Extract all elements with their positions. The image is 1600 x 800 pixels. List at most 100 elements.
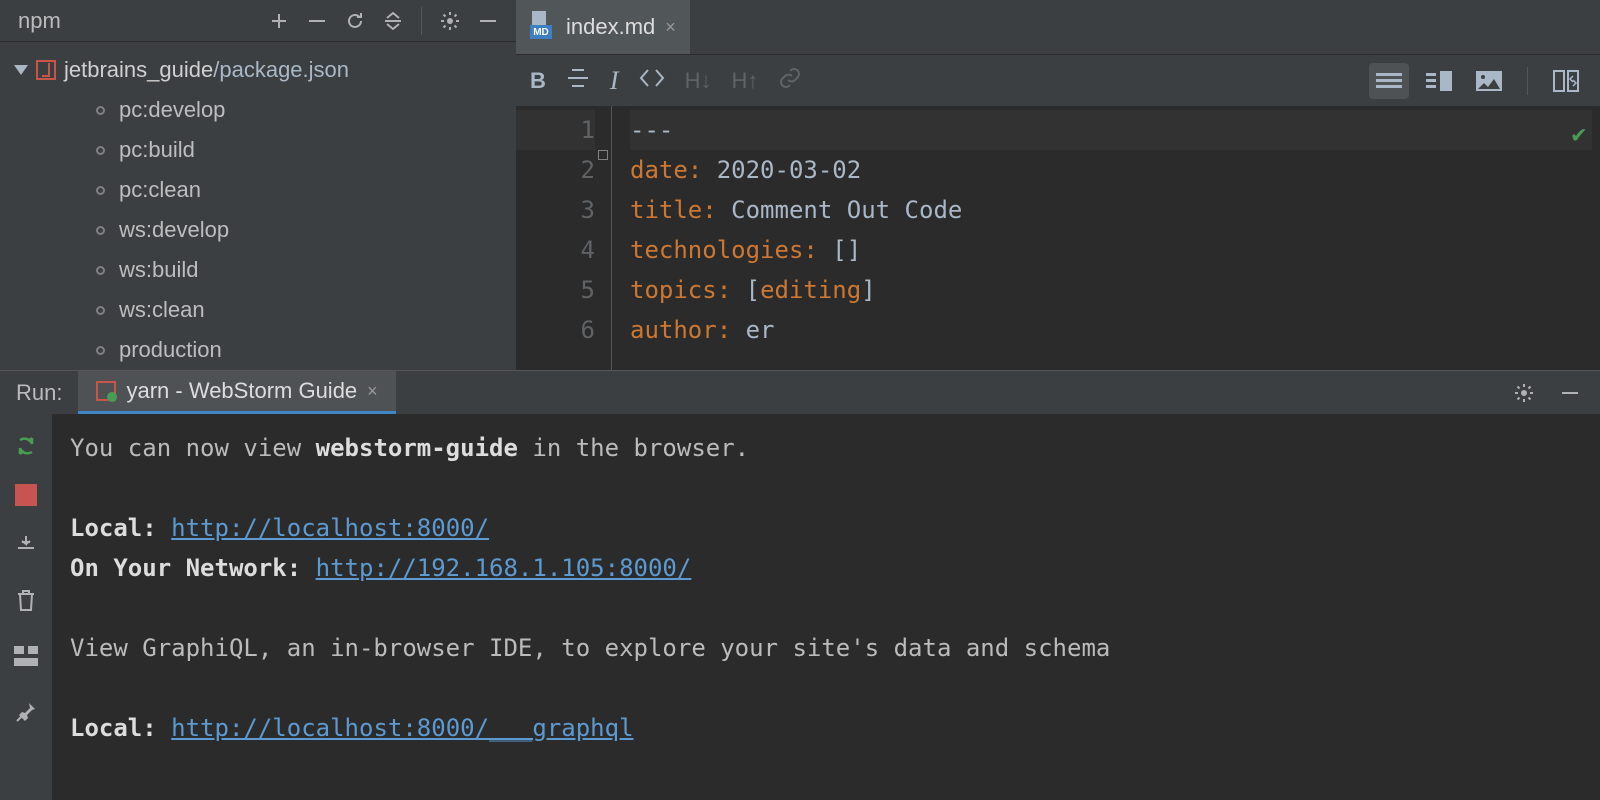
bullet-icon [96, 146, 105, 155]
line-number: 2 [516, 150, 595, 190]
markdown-toolbar: B I H↓ H↑ [516, 54, 1600, 106]
code-line: technologies: [] [630, 230, 1592, 270]
bullet-icon [96, 306, 105, 315]
run-label: Run: [0, 371, 78, 414]
script-label: production [119, 337, 222, 363]
console-line: You can now view webstorm-guide in the b… [70, 428, 1582, 468]
line-number: 5 [516, 270, 595, 310]
scroll-sync-button[interactable] [1546, 63, 1586, 99]
network-url-link[interactable]: http://192.168.1.105:8000/ [316, 554, 692, 582]
code-content[interactable]: --- date: 2020-03-02 title: Comment Out … [612, 106, 1600, 370]
npm-title: npm [18, 8, 261, 34]
split-view-button[interactable] [1419, 63, 1459, 99]
preview-view-button[interactable] [1469, 63, 1509, 99]
npm-script-item[interactable]: production [14, 330, 516, 370]
separator [1527, 67, 1528, 95]
line-number: 3 [516, 190, 595, 230]
pin-icon[interactable] [8, 694, 44, 730]
remove-icon[interactable] [299, 3, 335, 39]
gutter: 1 2 3 4 5 6 [516, 106, 612, 370]
npm-script-item[interactable]: pc:clean [14, 170, 516, 210]
collapse-icon[interactable] [375, 3, 411, 39]
npm-project-node[interactable]: jetbrains_guide/package.json [14, 50, 516, 90]
npm-script-item[interactable]: pc:develop [14, 90, 516, 130]
npm-script-item[interactable]: pc:build [14, 130, 516, 170]
console-line: View GraphiQL, an in-browser IDE, to exp… [70, 628, 1582, 668]
layout-icon[interactable] [8, 638, 44, 674]
gear-icon[interactable] [1506, 375, 1542, 411]
close-icon[interactable]: × [665, 17, 676, 38]
bullet-icon [96, 106, 105, 115]
code-line: date: 2020-03-02 [630, 150, 1592, 190]
script-label: pc:clean [119, 177, 201, 203]
line-number: 1 [516, 110, 595, 150]
fold-icon[interactable] [598, 150, 608, 160]
minimize-icon[interactable] [470, 3, 506, 39]
npm-tool-window: npm jetbrains_guide/package.json pc:deve… [0, 0, 516, 370]
running-dot-icon [107, 392, 117, 402]
markdown-file-icon: MD [530, 17, 556, 37]
npm-script-item[interactable]: ws:develop [14, 210, 516, 250]
code-line: title: Comment Out Code [630, 190, 1592, 230]
package-file: package.json [219, 57, 349, 82]
heading-down-button[interactable]: H↓ [685, 68, 712, 94]
tab-filename: index.md [566, 14, 655, 40]
editor-body[interactable]: 1 2 3 4 5 6 --- date: 2020-03-02 title: … [516, 106, 1600, 370]
editor-tab-bar: MD index.md × [516, 0, 1600, 54]
npm-script-item[interactable]: ws:clean [14, 290, 516, 330]
stop-icon[interactable] [15, 484, 37, 506]
code-button[interactable] [639, 68, 665, 94]
gear-icon[interactable] [432, 3, 468, 39]
npm-tree: jetbrains_guide/package.json pc:develop … [0, 42, 516, 370]
check-icon[interactable]: ✔ [1572, 114, 1586, 154]
run-sidebar [0, 414, 52, 800]
close-icon[interactable]: × [367, 381, 378, 402]
script-label: ws:develop [119, 217, 229, 243]
refresh-icon[interactable] [337, 3, 373, 39]
code-line: author: er [630, 310, 1592, 350]
bullet-icon [96, 266, 105, 275]
console-output[interactable]: You can now view webstorm-guide in the b… [52, 414, 1600, 800]
run-tab[interactable]: yarn - WebStorm Guide × [78, 371, 395, 414]
npm-header: npm [0, 0, 516, 42]
add-icon[interactable] [261, 3, 297, 39]
script-label: pc:develop [119, 97, 225, 123]
bullet-icon [96, 346, 105, 355]
separator [421, 7, 422, 35]
console-line: On Your Network: http://192.168.1.105:80… [70, 548, 1582, 588]
link-button[interactable] [778, 66, 802, 96]
run-tool-window: Run: yarn - WebStorm Guide × You can now… [0, 370, 1600, 800]
editor-only-view-button[interactable] [1369, 63, 1409, 99]
run-tab-title: yarn - WebStorm Guide [126, 378, 357, 404]
strikethrough-button[interactable] [566, 66, 590, 96]
code-line: topics: [editing] [630, 270, 1592, 310]
editor-area: MD index.md × B I H↓ H↑ [516, 0, 1600, 370]
run-tab-bar: Run: yarn - WebStorm Guide × [0, 370, 1600, 414]
rerun-icon[interactable] [8, 428, 44, 464]
local-url-link[interactable]: http://localhost:8000/ [171, 514, 489, 542]
console-line: Local: http://localhost:8000/ [70, 508, 1582, 548]
italic-button[interactable]: I [610, 66, 619, 96]
minimize-icon[interactable] [1552, 375, 1588, 411]
editor-tab[interactable]: MD index.md × [516, 0, 690, 54]
npm-icon [36, 60, 56, 80]
line-number: 6 [516, 310, 595, 350]
code-line: --- [630, 110, 1592, 150]
bold-button[interactable]: B [530, 68, 546, 94]
console-line: Local: http://localhost:8000/___graphql [70, 708, 1582, 748]
bullet-icon [96, 226, 105, 235]
project-name: jetbrains_guide [64, 57, 213, 82]
script-label: pc:build [119, 137, 195, 163]
npm-script-item[interactable]: ws:build [14, 250, 516, 290]
line-number: 4 [516, 230, 595, 270]
heading-up-button[interactable]: H↑ [731, 68, 758, 94]
down-icon[interactable] [8, 526, 44, 562]
bullet-icon [96, 186, 105, 195]
trash-icon[interactable] [8, 582, 44, 618]
script-label: ws:clean [119, 297, 205, 323]
graphql-url-link[interactable]: http://localhost:8000/___graphql [171, 714, 633, 742]
npm-toolbar [261, 3, 506, 39]
script-label: ws:build [119, 257, 198, 283]
chevron-down-icon[interactable] [14, 65, 28, 75]
npm-run-icon [96, 381, 116, 401]
